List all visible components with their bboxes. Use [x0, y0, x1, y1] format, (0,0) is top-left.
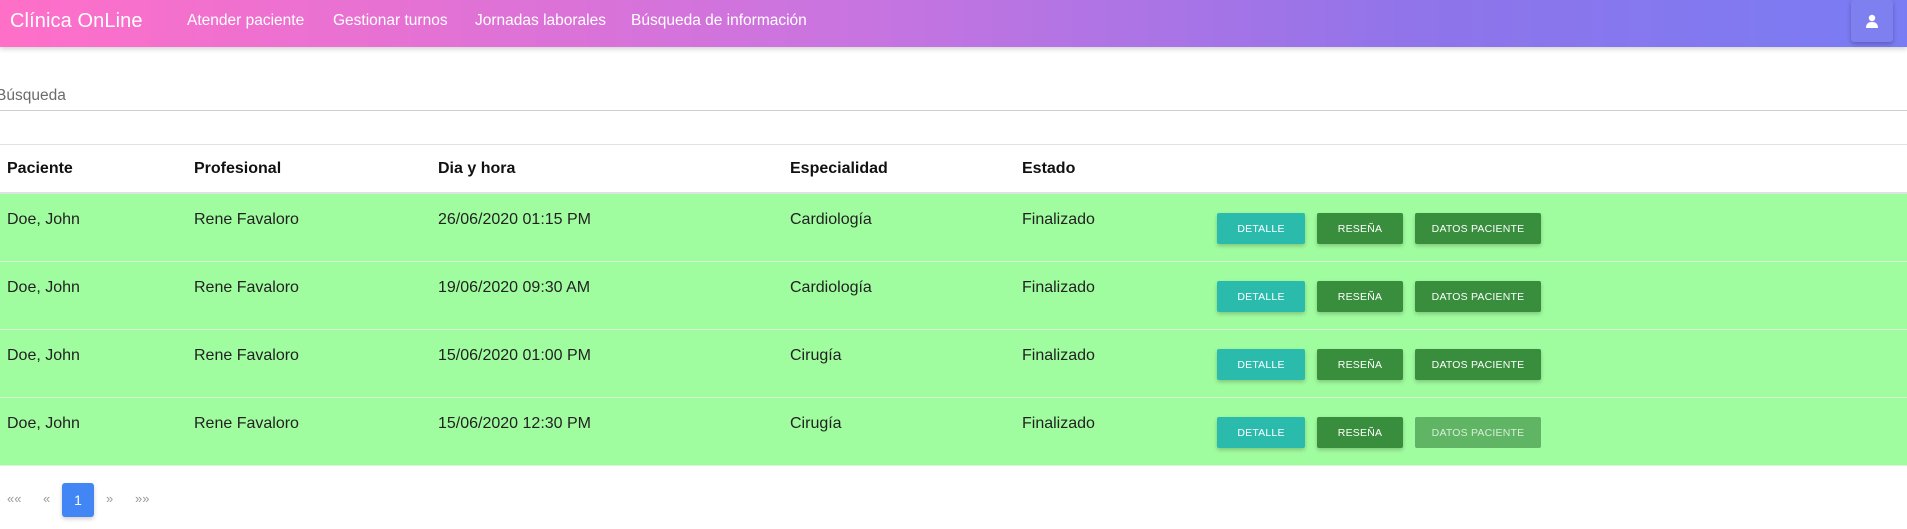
pagination: «« « 1 » »»: [0, 483, 200, 517]
cell-estado: Finalizado: [1022, 347, 1095, 364]
cell-paciente: Doe, John: [7, 415, 80, 432]
header-estado: Estado: [1022, 160, 1076, 177]
page-first-button[interactable]: ««: [7, 491, 21, 506]
cell-paciente: Doe, John: [7, 211, 80, 228]
user-menu-button[interactable]: [1851, 0, 1893, 42]
datos-paciente-button-disabled: Datos paciente: [1415, 417, 1541, 448]
cell-profesional: Rene Favaloro: [194, 279, 299, 296]
detalle-button[interactable]: Detalle: [1217, 281, 1305, 312]
detalle-button[interactable]: Detalle: [1217, 417, 1305, 448]
top-navbar: Clínica OnLine Atender paciente Gestiona…: [0, 0, 1907, 47]
resena-button[interactable]: Reseña: [1317, 417, 1403, 448]
page-next-button[interactable]: »: [106, 491, 113, 506]
header-especialidad: Especialidad: [790, 160, 888, 177]
resena-button[interactable]: Reseña: [1317, 213, 1403, 244]
page-current-button[interactable]: 1: [62, 483, 94, 517]
cell-dia-hora: 15/06/2020 01:00 PM: [438, 347, 592, 364]
table-row: Doe, John Rene Favaloro 26/06/2020 01:15…: [0, 194, 1907, 262]
cell-dia-hora: 15/06/2020 12:30 PM: [438, 415, 592, 432]
turnos-table: Paciente Profesional Dia y hora Especial…: [0, 144, 1907, 466]
cell-estado: Finalizado: [1022, 279, 1095, 296]
datos-paciente-button[interactable]: Datos paciente: [1415, 281, 1541, 312]
nav-gestionar-turnos[interactable]: Gestionar turnos: [333, 12, 448, 30]
cell-profesional: Rene Favaloro: [194, 347, 299, 364]
cell-especialidad: Cirugía: [790, 347, 842, 364]
nav-jornadas-laborales[interactable]: Jornadas laborales: [475, 12, 606, 30]
datos-paciente-button[interactable]: Datos paciente: [1415, 349, 1541, 380]
datos-paciente-button[interactable]: Datos paciente: [1415, 213, 1541, 244]
cell-especialidad: Cardiología: [790, 279, 872, 296]
cell-estado: Finalizado: [1022, 211, 1095, 228]
cell-profesional: Rene Favaloro: [194, 415, 299, 432]
header-paciente: Paciente: [7, 160, 73, 177]
table-row: Doe, John Rene Favaloro 15/06/2020 01:00…: [0, 330, 1907, 398]
cell-profesional: Rene Favaloro: [194, 211, 299, 228]
detalle-button[interactable]: Detalle: [1217, 213, 1305, 244]
detalle-button[interactable]: Detalle: [1217, 349, 1305, 380]
user-icon: [1866, 14, 1878, 28]
resena-button[interactable]: Reseña: [1317, 349, 1403, 380]
cell-dia-hora: 19/06/2020 09:30 AM: [438, 279, 591, 296]
cell-especialidad: Cirugía: [790, 415, 842, 432]
brand-logo[interactable]: Clínica OnLine: [10, 10, 143, 33]
table-row: Doe, John Rene Favaloro 19/06/2020 09:30…: [0, 262, 1907, 330]
page-prev-button[interactable]: «: [43, 491, 50, 506]
cell-paciente: Doe, John: [7, 347, 80, 364]
header-dia-hora: Dia y hora: [438, 160, 516, 177]
search-underline: [0, 110, 1907, 111]
page-last-button[interactable]: »»: [135, 491, 149, 506]
resena-button[interactable]: Reseña: [1317, 281, 1403, 312]
cell-paciente: Doe, John: [7, 279, 80, 296]
nav-busqueda-informacion[interactable]: Búsqueda de información: [631, 12, 807, 30]
cell-dia-hora: 26/06/2020 01:15 PM: [438, 211, 592, 228]
table-header: Paciente Profesional Dia y hora Especial…: [0, 144, 1907, 194]
cell-especialidad: Cardiología: [790, 211, 872, 228]
table-row: Doe, John Rene Favaloro 15/06/2020 12:30…: [0, 398, 1907, 466]
cell-estado: Finalizado: [1022, 415, 1095, 432]
nav-atender-paciente[interactable]: Atender paciente: [187, 12, 304, 30]
search-input[interactable]: [0, 82, 1907, 110]
header-profesional: Profesional: [194, 160, 282, 177]
